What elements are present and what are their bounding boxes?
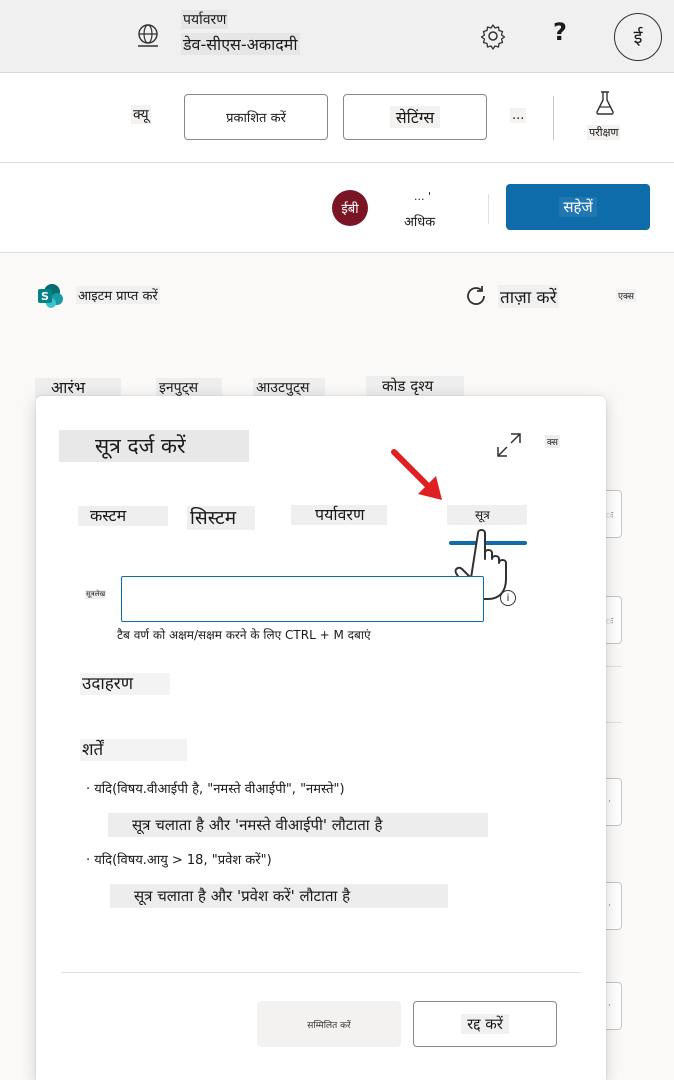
close-button[interactable]: क्स — [545, 435, 560, 448]
user-avatar[interactable]: ई — [614, 13, 662, 61]
conditions-heading: शर्तें — [80, 739, 187, 761]
settings-label: सेटिंग्स — [389, 106, 441, 128]
help-icon[interactable]: ? — [553, 18, 567, 46]
sharepoint-icon: S — [38, 284, 63, 308]
tab-environment[interactable]: पर्यावरण — [291, 505, 387, 525]
red-arrow-icon — [391, 449, 442, 500]
expand-icon[interactable] — [495, 431, 523, 459]
dialog-title: सूत्र दर्ज करें — [59, 430, 249, 462]
example-description: सूत्र चलाता है और 'प्रवेश करें' लौटाता ह… — [110, 884, 448, 908]
example-code: · यदि(विषय.वीआईपी है, "नमस्ते वीआईपी", "… — [86, 782, 345, 797]
more-dots: ... ' — [414, 190, 432, 203]
queue-button[interactable]: क्यू — [131, 105, 151, 124]
cancel-button[interactable]: रद्द करें — [413, 1001, 557, 1047]
tab-inputs[interactable]: इनपुट्स — [156, 378, 222, 398]
expand-button[interactable]: एक्स — [616, 289, 636, 302]
divider — [488, 194, 489, 224]
svg-text:S: S — [41, 290, 49, 303]
example-code: · यदि(विषय.आयु > 18, "प्रवेश करें") — [86, 853, 272, 868]
save-button[interactable]: सहेजें — [506, 184, 650, 230]
tab-custom[interactable]: कस्टम — [78, 506, 168, 526]
publish-button[interactable]: प्रकाशित करें — [184, 94, 328, 140]
cancel-label: रद्द करें — [461, 1014, 509, 1034]
top-header — [0, 0, 674, 73]
environment-label: पर्यावरण — [181, 10, 229, 29]
examples-heading: उदाहरण — [80, 673, 170, 695]
refresh-button[interactable]: ताज़ा करें — [498, 285, 559, 308]
get-items-label[interactable]: आइटम प्राप्त करें — [76, 286, 160, 304]
collaborator-avatar[interactable]: ईबी — [332, 190, 368, 226]
tab-system[interactable]: सिस्टम — [187, 506, 255, 530]
settings-button[interactable]: सेटिंग्स — [343, 94, 487, 140]
formula-input[interactable] — [121, 576, 484, 622]
environment-name[interactable]: डेव-सीएस-अकादमी — [181, 33, 300, 55]
flask-icon[interactable] — [594, 90, 616, 116]
more-options-button[interactable]: ... — [510, 108, 527, 123]
test-label[interactable]: परीक्षण — [587, 125, 621, 140]
hint-text: टैब वर्ण को अक्षम/सक्षम करने के लिए CTRL… — [117, 628, 371, 642]
divider — [61, 972, 581, 973]
save-label: सहेजें — [559, 197, 597, 217]
formula-dialog — [36, 396, 606, 1080]
tab-code-view[interactable]: कोड दृश्य — [366, 376, 464, 396]
tab-start[interactable]: आरंभ — [35, 378, 121, 398]
globe-icon[interactable] — [134, 22, 162, 50]
example-description: सूत्र चलाता है और 'नमस्ते वीआईपी' लौटाता… — [108, 813, 488, 837]
gear-icon[interactable] — [478, 21, 508, 51]
insert-button[interactable]: सम्मिलित करें — [257, 1001, 401, 1047]
info-icon[interactable]: i — [500, 590, 516, 606]
formula-input-label: सूत्रलेख — [85, 590, 107, 599]
command-bar — [0, 73, 674, 163]
refresh-icon[interactable] — [463, 283, 489, 309]
tab-formula[interactable]: सूत्र — [447, 505, 527, 525]
tab-outputs[interactable]: आउटपुट्स — [253, 378, 325, 398]
divider — [553, 96, 554, 140]
more-button[interactable]: अधिक — [404, 212, 435, 230]
